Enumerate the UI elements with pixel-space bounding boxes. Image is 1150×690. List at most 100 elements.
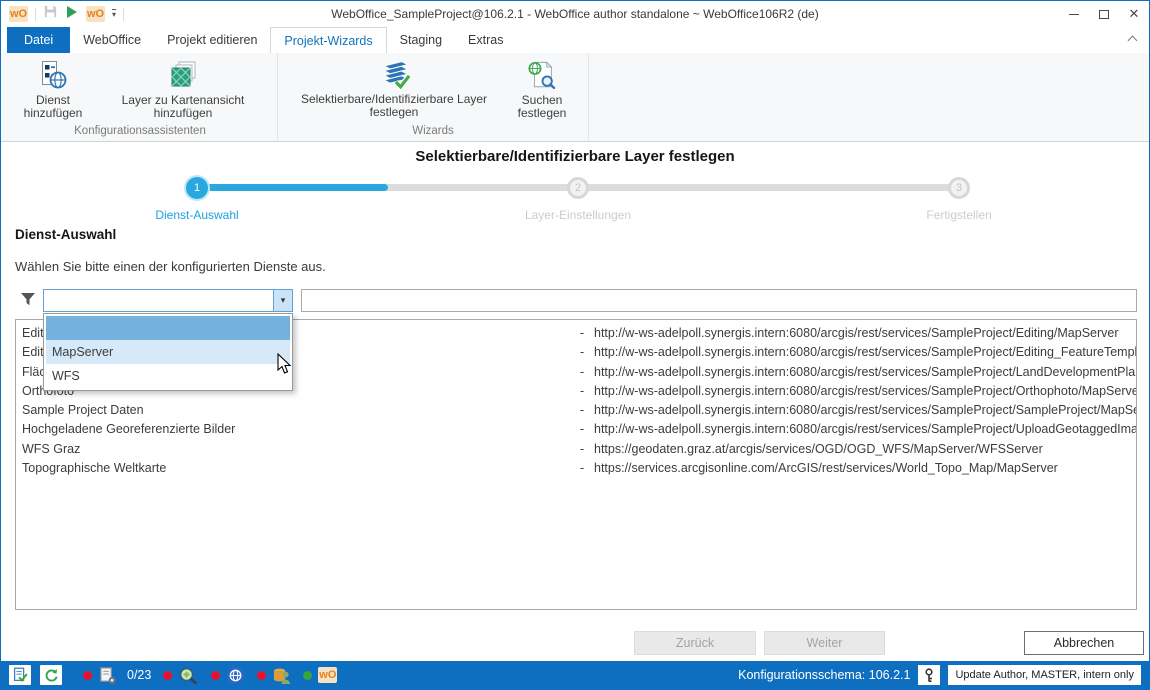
tab-projekt-editieren[interactable]: Projekt editieren [154,27,270,53]
set-selectable-layers-button[interactable]: Selektierbare/Identifizierbare Layer fes… [288,57,500,122]
service-row[interactable]: Topographische Weltkarte-https://service… [16,459,1136,478]
section-heading: Dienst-Auswahl [15,227,116,242]
key-icon [923,668,935,683]
separator-dash: - [580,363,594,382]
status-dot-green [303,671,312,680]
window-title: WebOffice_SampleProject@106.2.1 - WebOff… [1,7,1149,21]
separator [35,8,36,21]
step-circle-2: 2 [567,177,589,199]
wizard-page: Selektierbare/Identifizierbare Layer fes… [1,142,1149,661]
service-type-combobox[interactable]: ▾ [43,289,293,312]
status-config-indicator: 0/23 [83,666,151,685]
dropdown-option-mapserver[interactable]: MapServer [46,340,290,364]
service-url: http://w-ws-adelpoll.synergis.intern:608… [594,324,1136,343]
ribbon-button-label: Suchen festlegen [510,94,574,121]
separator-dash: - [580,401,594,420]
statusbar: 0/23 [1,661,1149,689]
status-search-indicator [163,666,199,685]
tab-datei[interactable]: Datei [7,27,70,53]
step-indicator: 1 2 3 Dienst-Auswahl Layer-Einstellungen… [1,172,1149,230]
license-key-button[interactable] [918,665,940,685]
run-project-button[interactable] [65,5,79,24]
search-map-icon [178,666,199,685]
search-doc-globe-icon [527,59,557,91]
step-label-fertigstellen: Fertigstellen [926,208,991,222]
set-search-button[interactable]: Suchen festlegen [506,57,578,123]
ribbon-group-label: Wizards [278,124,588,141]
service-name: WFS Graz [22,440,580,459]
add-layer-to-mapview-button[interactable]: Layer zu Kartenansicht hinzufügen [99,57,267,123]
step-progress-fill [197,184,388,191]
refresh-button[interactable] [40,665,62,685]
ribbon-button-label: Selektierbare/Identifizierbare Layer fes… [292,93,496,120]
status-users-indicator [257,666,291,685]
status-weboffice-indicator: wO [303,667,337,683]
chevron-down-icon[interactable]: ▾ [273,290,292,311]
add-service-button[interactable]: Dienst hinzufügen [13,57,93,123]
titlebar: wO wO ▾ WebOffice_SampleProject@106.2.1 … [1,1,1149,27]
separator [123,8,124,21]
save-button[interactable] [43,4,58,24]
weboffice-button[interactable]: wO [86,6,105,22]
service-name: Topographische Weltkarte [22,459,580,478]
service-row[interactable]: Hochgeladene Georeferenzierte Bilder-htt… [16,420,1136,439]
tab-staging[interactable]: Staging [387,27,455,53]
tab-projekt-wizards[interactable]: Projekt-Wizards [270,27,386,53]
service-url: https://services.arcgisonline.com/ArcGIS… [594,459,1136,478]
cancel-button[interactable]: Abbrechen [1024,631,1144,655]
step-label-dienst-auswahl: Dienst-Auswahl [155,208,238,222]
service-url: http://w-ws-adelpoll.synergis.intern:608… [594,363,1136,382]
globe-icon [226,666,245,685]
service-url: http://w-ws-adelpoll.synergis.intern:608… [594,401,1136,420]
step-circle-1: 1 [186,177,208,199]
config-schema-label: Konfigurationsschema: 106.2.1 [738,668,910,682]
maximize-button[interactable] [1089,1,1119,27]
form-check-icon [11,666,29,684]
instruction-text: Wählen Sie bitte einen der konfigurierte… [15,259,326,274]
app-window: wO wO ▾ WebOffice_SampleProject@106.2.1 … [0,0,1150,690]
close-button[interactable]: ✕ [1119,1,1149,27]
window-controls: ✕ [1059,1,1149,27]
separator-dash: - [580,324,594,343]
dropdown-option-wfs[interactable]: WFS [46,364,290,388]
ribbon: Dienst hinzufügen Layer zu Kartenansicht… [1,53,1149,142]
validate-config-button[interactable] [9,665,31,685]
separator-dash: - [580,343,594,362]
wizard-page-title: Selektierbare/Identifizierbare Layer fes… [1,148,1149,165]
qat-customize-button[interactable]: ▾ [112,9,116,19]
minimize-icon [1069,14,1079,15]
layers-check-icon [377,59,411,90]
separator-dash: - [580,440,594,459]
filter-icon [19,290,37,308]
status-dot-red [83,671,92,680]
collapse-ribbon-icon[interactable] [1128,36,1138,46]
service-url: http://w-ws-adelpoll.synergis.intern:608… [594,420,1136,439]
back-button[interactable]: Zurück [634,631,756,655]
next-button[interactable]: Weiter [764,631,885,655]
service-url: http://w-ws-adelpoll.synergis.intern:608… [594,343,1136,362]
ribbon-button-label: Layer zu Kartenansicht hinzufügen [103,94,263,121]
app-logo-icon: wO [9,6,28,22]
device-config-icon [98,666,117,685]
status-dot-red [257,671,266,680]
service-filter-input[interactable] [301,289,1137,312]
ribbon-group-wizards: Selektierbare/Identifizierbare Layer fes… [278,53,589,141]
mouse-cursor [277,353,292,375]
service-row[interactable]: Sample Project Daten-http://w-ws-adelpol… [16,401,1136,420]
service-url: https://geodaten.graz.at/arcgis/services… [594,440,1136,459]
dropdown-option-empty[interactable] [46,316,290,340]
status-dot-red [211,671,220,680]
tab-extras[interactable]: Extras [455,27,516,53]
step-circle-3: 3 [948,177,970,199]
minimize-button[interactable] [1059,1,1089,27]
ribbon-button-label: Dienst hinzufügen [17,94,89,121]
maximize-icon [1099,10,1109,19]
update-author-button[interactable]: Update Author, MASTER, intern only [948,665,1141,685]
config-counter: 0/23 [127,668,151,682]
service-url: http://w-ws-adelpoll.synergis.intern:608… [594,382,1136,401]
tab-weboffice[interactable]: WebOffice [70,27,154,53]
service-row[interactable]: WFS Graz-https://geodaten.graz.at/arcgis… [16,440,1136,459]
refresh-icon [43,667,60,684]
add-layer-icon [167,59,199,91]
status-dot-red [163,671,172,680]
